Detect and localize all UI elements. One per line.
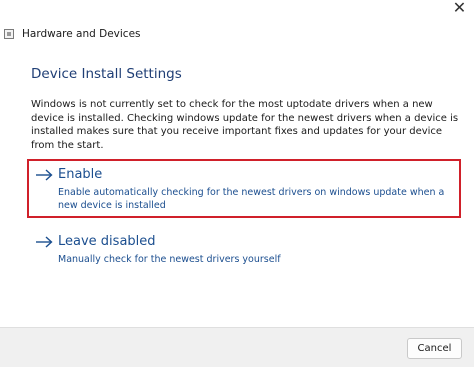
arrow-right-icon xyxy=(36,236,53,248)
dialog-footer: Cancel xyxy=(0,327,474,367)
leave-disabled-option-description: Manually check for the newest drivers yo… xyxy=(58,254,281,265)
arrow-right-icon xyxy=(36,169,53,181)
control-panel-icon xyxy=(4,29,14,39)
dialog-window: ✕ Hardware and Devices Device Install Se… xyxy=(0,0,474,367)
cancel-button[interactable]: Cancel xyxy=(407,338,462,359)
close-button[interactable]: ✕ xyxy=(445,0,474,22)
window-title: Hardware and Devices xyxy=(22,28,141,40)
title-bar: ✕ xyxy=(0,0,474,30)
leave-disabled-option-title[interactable]: Leave disabled xyxy=(58,234,156,249)
enable-option-title[interactable]: Enable xyxy=(58,167,102,182)
page-description: Windows is not currently set to check fo… xyxy=(31,99,459,151)
page-heading: Device Install Settings xyxy=(31,66,182,82)
enable-option-description: Enable automatically checking for the ne… xyxy=(58,187,445,211)
